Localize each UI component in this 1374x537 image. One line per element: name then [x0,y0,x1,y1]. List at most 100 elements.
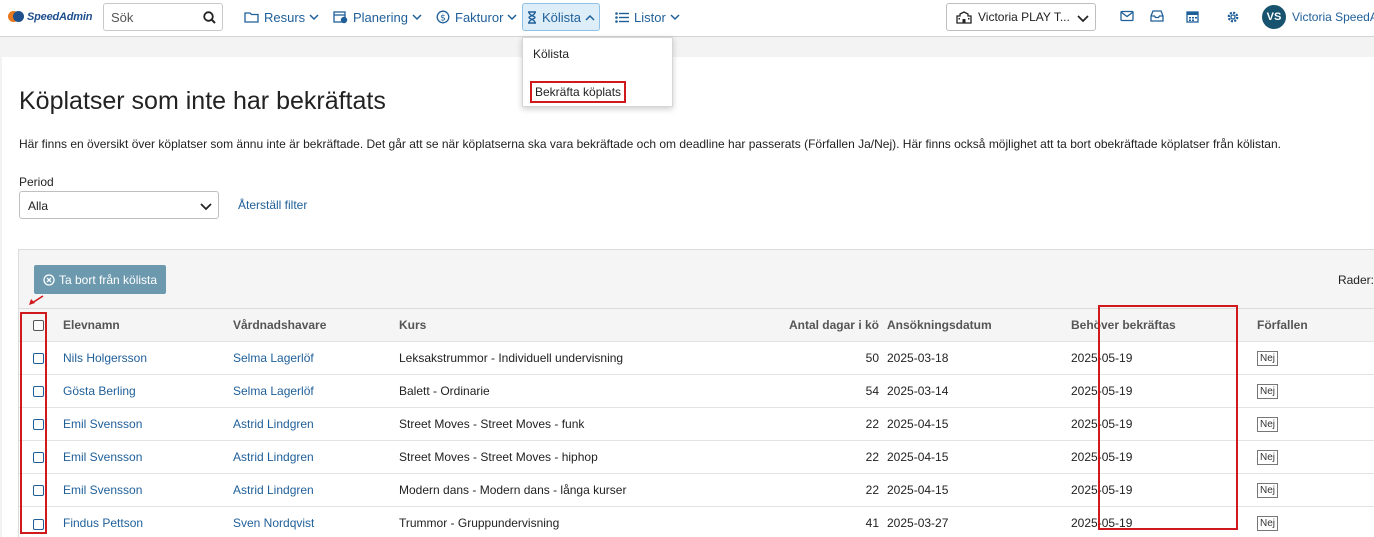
student-link[interactable]: Emil Svensson [63,450,142,464]
application-date-cell: 2025-03-27 [887,506,1071,537]
search-input[interactable] [104,4,198,30]
chevron-down-icon [507,13,517,21]
overdue-badge: Nej [1257,417,1279,432]
days-in-queue-cell: 50 [751,341,887,375]
guardian-link[interactable]: Selma Lagerlöf [233,384,314,398]
column-header-course[interactable]: Kurs [399,308,751,342]
overdue-badge: Nej [1257,483,1279,498]
application-date-cell: 2025-04-15 [887,473,1071,507]
overdue-badge: Nej [1257,516,1279,532]
days-in-queue-cell: 22 [751,407,887,441]
nav-planering[interactable]: Planering [329,3,426,31]
period-select[interactable]: Alla [19,191,219,219]
column-header-guardian[interactable]: Vårdnadshavare [233,308,399,342]
application-date-cell: 2025-04-15 [887,407,1071,441]
dollar-circle-icon: $ [436,10,450,24]
overdue-cell: Nej [1251,473,1374,507]
course-cell: Trummor - Gruppundervisning [399,506,751,537]
nav-fakturor[interactable]: $ Fakturor [432,3,521,31]
mail-icon[interactable] [1120,10,1134,22]
student-link[interactable]: Gösta Berling [63,384,136,398]
chevron-down-icon [200,200,212,214]
guardian-cell: Astrid Lindgren [233,407,399,441]
logo-text: SpeedAdmin [27,10,93,23]
nav-kolista[interactable]: Kölista [522,3,601,31]
chevron-down-icon [670,13,680,21]
speedadmin-logo[interactable]: SpeedAdmin [8,10,92,23]
nav-resurs[interactable]: Resurs [240,3,323,31]
confirm-by-column-highlight [1098,305,1238,530]
guardian-link[interactable]: Astrid Lindgren [233,417,314,431]
application-date-cell: 2025-04-15 [887,440,1071,474]
course-cell: Balett - Ordinarie [399,374,751,408]
search-icon[interactable] [203,11,216,27]
overdue-cell: Nej [1251,374,1374,408]
period-label: Period [19,175,54,189]
guardian-cell: Selma Lagerlöf [233,341,399,375]
inbox-icon[interactable] [1150,10,1164,22]
student-link[interactable]: Findus Pettson [63,516,143,530]
close-circle-icon [43,273,55,286]
nav-resurs-label: Resurs [264,9,306,25]
days-in-queue-cell: 22 [751,440,887,474]
folder-icon [244,11,259,23]
calendar-icon[interactable] [1186,10,1199,23]
calendar-clock-icon [333,10,348,24]
kolista-dropdown-menu: Kölista Bekräfta köplats [522,37,673,107]
logo-mark-icon [8,10,24,23]
remove-from-queue-label: Ta bort från kölista [59,272,158,287]
menu-item-bekrafta-koplats[interactable]: Bekräfta köplats [530,81,627,103]
organization-select[interactable]: Victoria PLAY T... [946,3,1096,31]
column-header-overdue[interactable]: Förfallen [1251,308,1374,342]
application-date-cell: 2025-03-18 [887,341,1071,375]
menu-item-kolista[interactable]: Kölista [533,47,569,61]
guardian-cell: Sven Nordqvist [233,506,399,537]
student-name-cell: Nils Holgersson [61,341,233,375]
user-name[interactable]: Victoria SpeedA [1292,10,1374,24]
top-bar: SpeedAdmin Resurs Planering $ Fakturor K… [0,0,1374,37]
period-value: Alla [28,199,49,213]
guardian-link[interactable]: Sven Nordqvist [233,516,314,530]
column-header-applied[interactable]: Ansökningsdatum [887,308,1071,342]
gear-icon[interactable] [1226,10,1240,24]
course-cell: Street Moves - Street Moves - hiphop [399,440,751,474]
guardian-link[interactable]: Astrid Lindgren [233,450,314,464]
chevron-down-icon [309,13,319,21]
student-name-cell: Emil Svensson [61,440,233,474]
list-icon [615,11,629,23]
column-header-days[interactable]: Antal dagar i kö [751,308,887,342]
annotation-arrow-icon [28,294,46,309]
student-link[interactable]: Emil Svensson [63,483,142,497]
nav-listor-label: Listor [634,9,666,25]
guardian-cell: Selma Lagerlöf [233,374,399,408]
overdue-badge: Nej [1257,384,1279,399]
overdue-badge: Nej [1257,450,1279,465]
nav-listor[interactable]: Listor [611,3,684,31]
overdue-cell: Nej [1251,341,1374,375]
chevron-up-icon [585,14,595,21]
rows-per-page-label: Rader: [1337,273,1374,287]
remove-from-queue-button[interactable]: Ta bort från kölista [34,265,166,294]
overdue-cell: Nej [1251,440,1374,474]
application-date-cell: 2025-03-14 [887,374,1071,408]
student-name-cell: Emil Svensson [61,407,233,441]
page-description: Här finns en översikt över köplatser som… [19,137,1281,151]
student-link[interactable]: Nils Holgersson [63,351,147,365]
hourglass-icon [527,10,537,24]
days-in-queue-cell: 41 [751,506,887,537]
column-header-name[interactable]: Elevnamn [61,308,233,342]
svg-text:$: $ [440,14,446,24]
search-box[interactable] [103,3,223,31]
guardian-link[interactable]: Astrid Lindgren [233,483,314,497]
student-name-cell: Emil Svensson [61,473,233,507]
reset-filter-link[interactable]: Återställ filter [238,198,307,212]
course-cell: Modern dans - Modern dans - långa kurser [399,473,751,507]
student-name-cell: Gösta Berling [61,374,233,408]
guardian-link[interactable]: Selma Lagerlöf [233,351,314,365]
avatar[interactable]: VS [1262,5,1286,29]
nav-fakturor-label: Fakturor [455,9,504,25]
chevron-down-icon [412,13,422,21]
chevron-down-icon [1077,12,1089,26]
student-link[interactable]: Emil Svensson [63,417,142,431]
school-building-icon [956,10,972,24]
